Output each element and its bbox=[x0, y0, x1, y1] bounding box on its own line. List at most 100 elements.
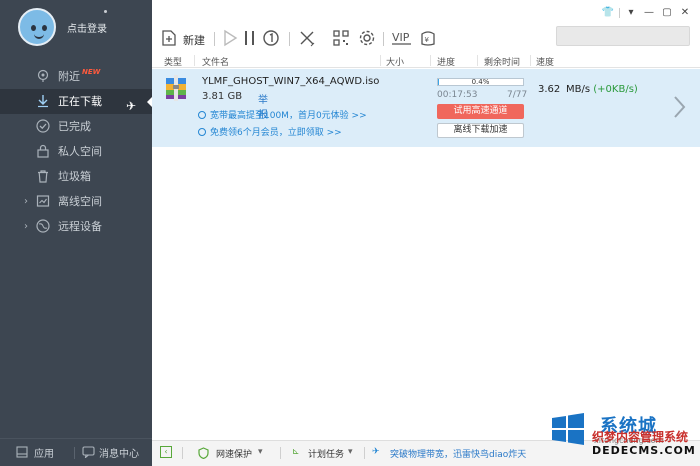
plan-icon: ⊾ bbox=[292, 447, 300, 457]
trial-high-speed-button[interactable]: 试用高速通道 bbox=[437, 104, 524, 119]
message-icon bbox=[82, 446, 95, 458]
sidebar-item-completed[interactable]: 已完成 bbox=[0, 114, 152, 139]
column-progress[interactable]: 进度 bbox=[437, 55, 455, 68]
divider bbox=[182, 447, 183, 459]
sidebar-footer: 应用 消息中心 bbox=[0, 438, 152, 466]
divider bbox=[289, 32, 290, 46]
file-size: 3.81 GB 举报 bbox=[202, 91, 268, 121]
sidebar: 点击登录 附近 NEW 正在下载 ✈ 已完成 私人空间 垃圾箱 › 离线空间 ›… bbox=[0, 0, 153, 466]
column-speed[interactable]: 速度 bbox=[536, 55, 554, 68]
offline-accelerate-button[interactable]: 离线下载加速 bbox=[437, 123, 524, 138]
new-badge: NEW bbox=[82, 68, 101, 76]
delete-icon[interactable] bbox=[298, 29, 316, 49]
sidebar-item-label: 已完成 bbox=[58, 120, 91, 133]
speed-protect-button[interactable]: 网速保护 bbox=[216, 447, 252, 460]
wallet-icon[interactable]: ¥ bbox=[418, 29, 438, 49]
speed-limit-icon[interactable] bbox=[262, 29, 280, 49]
info-icon bbox=[198, 128, 206, 136]
qr-code-icon[interactable] bbox=[332, 29, 350, 49]
sidebar-nav: 附近 NEW 正在下载 ✈ 已完成 私人空间 垃圾箱 › 离线空间 › 远程设备 bbox=[0, 64, 153, 239]
shield-icon bbox=[198, 447, 209, 459]
divider bbox=[383, 32, 384, 46]
skin-icon[interactable]: 👕 bbox=[601, 7, 615, 19]
chevron-right-icon[interactable] bbox=[672, 95, 686, 119]
sidebar-item-label: 私人空间 bbox=[58, 145, 102, 158]
check-icon bbox=[36, 119, 50, 133]
watermark-stamp: 织梦内容管理系统 bbox=[592, 430, 689, 444]
minimize-button[interactable]: — bbox=[642, 7, 656, 19]
apps-icon bbox=[16, 446, 28, 458]
collapse-icon[interactable]: ‹ bbox=[160, 446, 172, 458]
chevron-right-icon[interactable]: › bbox=[24, 214, 28, 239]
sidebar-item-label: 附近 bbox=[58, 70, 80, 83]
sidebar-item-trash[interactable]: 垃圾箱 bbox=[0, 164, 152, 189]
progress-percent: 0.4% bbox=[471, 78, 490, 86]
dropdown-icon[interactable]: ▾ bbox=[348, 447, 353, 457]
scheduled-task-button[interactable]: 计划任务 bbox=[308, 447, 344, 460]
divider bbox=[619, 8, 620, 18]
download-task-row[interactable]: YLMF_GHOST_WIN7_X64_AQWD.iso 3.81 GB 举报 … bbox=[152, 69, 700, 147]
ad-link[interactable]: 突破物理带宽，迅雷快鸟diao炸天 bbox=[390, 447, 526, 460]
maximize-button[interactable]: ▢ bbox=[660, 7, 674, 19]
lock-icon bbox=[37, 144, 49, 158]
divider bbox=[214, 32, 215, 46]
svg-text:VIP: VIP bbox=[392, 31, 410, 44]
speed-extra: (+0KB/s) bbox=[593, 84, 638, 95]
column-header: 类型 文件名 大小 进度 剩余时间 速度 bbox=[152, 54, 700, 68]
status-dot bbox=[104, 10, 107, 13]
cloud-icon bbox=[36, 195, 50, 207]
divider bbox=[74, 447, 75, 459]
speed-unit: MB/s (+0KB/s) bbox=[566, 84, 638, 95]
progress-bar: 0.4% bbox=[437, 78, 524, 86]
menu-icon[interactable]: ▾ bbox=[624, 7, 638, 19]
sidebar-item-downloading[interactable]: 正在下载 ✈ bbox=[0, 89, 153, 114]
connection-count: 7/77 bbox=[507, 90, 528, 100]
divider bbox=[280, 447, 281, 459]
close-button[interactable]: ✕ bbox=[678, 7, 692, 19]
windows-logo-icon bbox=[552, 413, 584, 445]
sidebar-item-private[interactable]: 私人空间 bbox=[0, 139, 152, 164]
search-input[interactable] bbox=[556, 26, 690, 46]
location-icon bbox=[37, 69, 49, 82]
settings-icon[interactable] bbox=[358, 29, 376, 49]
login-link[interactable]: 点击登录 bbox=[67, 20, 107, 35]
new-task-icon[interactable] bbox=[160, 29, 178, 49]
file-name: YLMF_GHOST_WIN7_X64_AQWD.iso bbox=[202, 76, 380, 87]
dropdown-icon[interactable]: ▾ bbox=[258, 447, 263, 457]
message-center-button[interactable]: 消息中心 bbox=[99, 445, 139, 460]
sidebar-item-label: 离线空间 bbox=[58, 195, 102, 208]
new-task-button[interactable]: 新建 bbox=[183, 32, 205, 48]
column-type[interactable]: 类型 bbox=[164, 55, 182, 68]
trash-icon bbox=[38, 170, 48, 183]
pause-icon[interactable] bbox=[242, 29, 258, 49]
speed-value: 3.62 bbox=[538, 84, 561, 95]
divider bbox=[364, 447, 365, 459]
toolbar: 新建 VIP ¥ bbox=[152, 24, 700, 54]
bird-icon: ✈ bbox=[372, 447, 380, 457]
vip-icon[interactable]: VIP bbox=[390, 29, 414, 49]
sidebar-item-offline[interactable]: › 离线空间 bbox=[0, 189, 152, 214]
elapsed-time: 00:17:53 bbox=[437, 90, 478, 100]
play-icon[interactable] bbox=[222, 29, 238, 49]
svg-text:¥: ¥ bbox=[425, 36, 430, 44]
window-controls: 👕 ▾ — ▢ ✕ bbox=[601, 6, 692, 20]
sidebar-item-label: 垃圾箱 bbox=[58, 170, 91, 183]
chevron-right-icon[interactable]: › bbox=[24, 189, 28, 214]
download-icon bbox=[38, 95, 48, 108]
sidebar-item-label: 正在下载 bbox=[58, 95, 102, 108]
globe-icon bbox=[36, 219, 50, 233]
archive-file-icon bbox=[166, 75, 186, 101]
sidebar-item-label: 远程设备 bbox=[58, 220, 102, 233]
promo-broadband-link[interactable]: 宽带最高提至100M，首月0元体验 >> bbox=[198, 108, 367, 121]
column-size[interactable]: 大小 bbox=[386, 55, 404, 68]
apps-button[interactable]: 应用 bbox=[34, 445, 54, 460]
watermark: 系统城 xitongcheng.com 织梦内容管理系统 DEDECMS.COM bbox=[548, 408, 698, 464]
column-remaining[interactable]: 剩余时间 bbox=[484, 55, 520, 68]
promo-membership-link[interactable]: 免费领6个月会员，立即领取 >> bbox=[198, 125, 342, 138]
sidebar-item-nearby[interactable]: 附近 NEW bbox=[0, 64, 152, 89]
watermark-stamp-domain: DEDECMS.COM bbox=[592, 444, 696, 457]
column-filename[interactable]: 文件名 bbox=[202, 55, 229, 68]
info-icon bbox=[198, 111, 206, 119]
avatar[interactable] bbox=[18, 8, 56, 46]
sidebar-item-remote[interactable]: › 远程设备 bbox=[0, 214, 152, 239]
